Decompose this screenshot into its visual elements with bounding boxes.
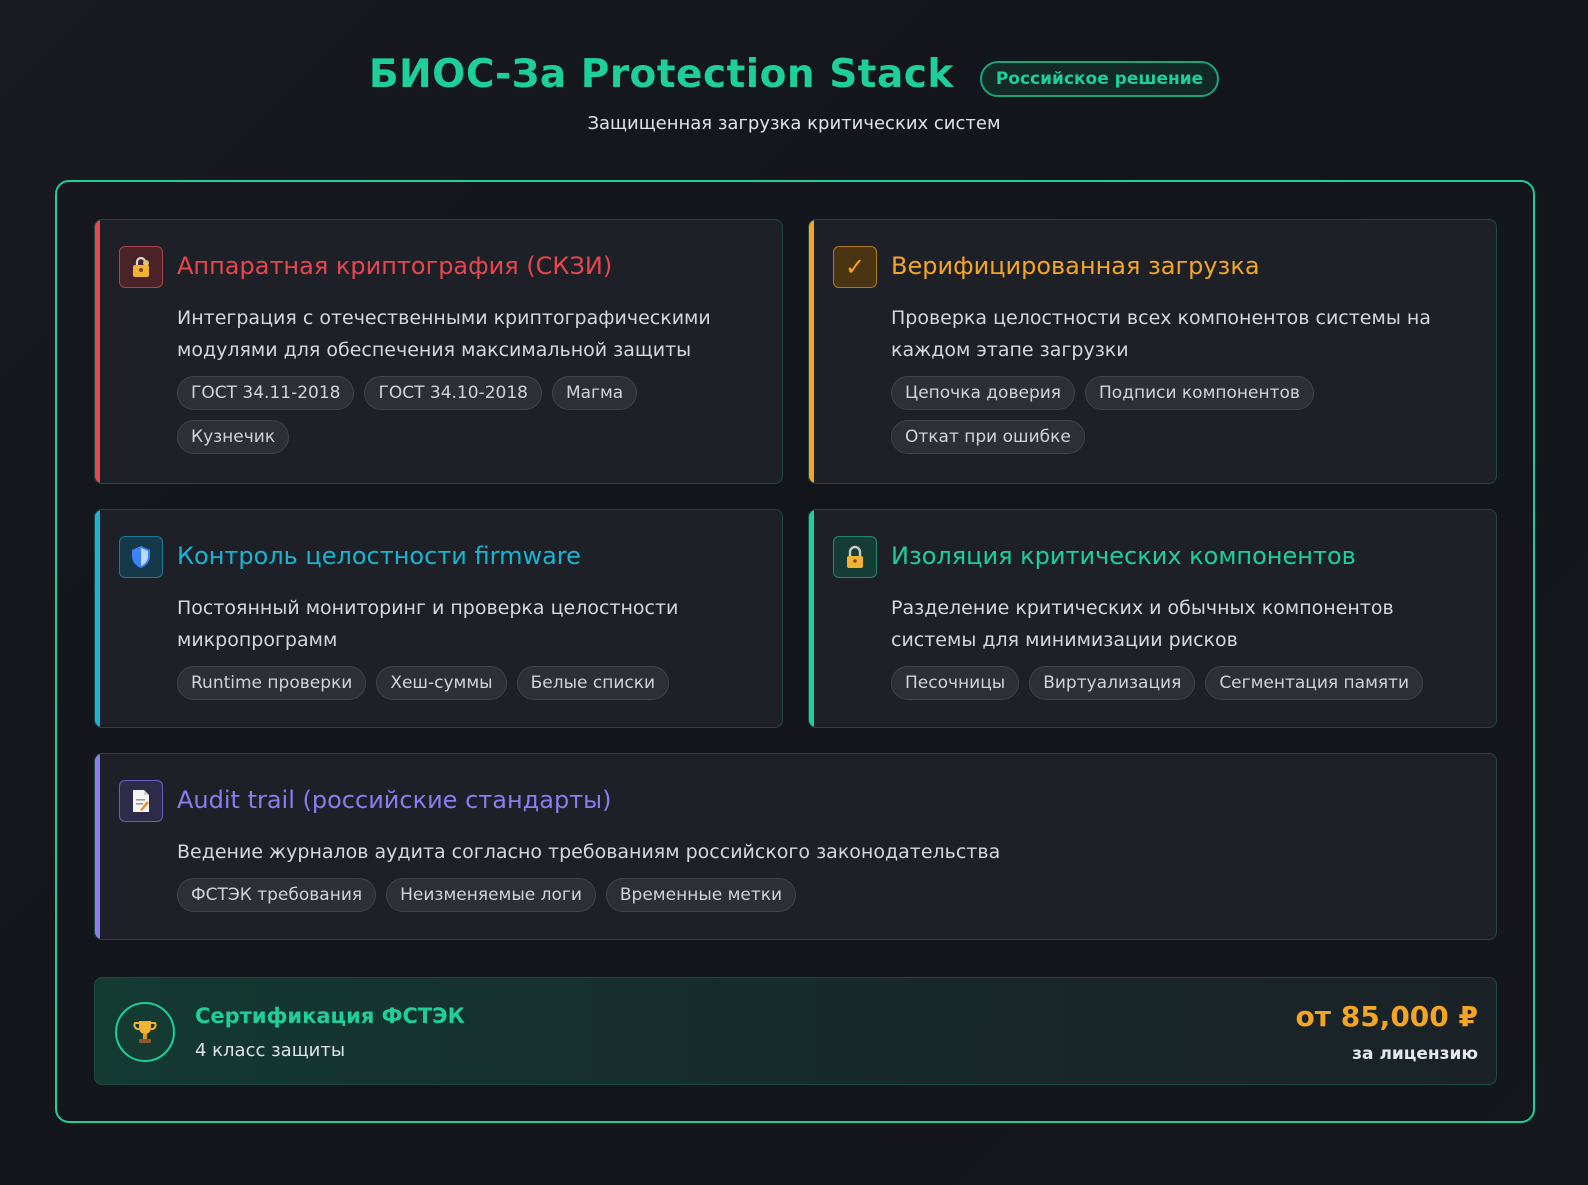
card-title: Audit trail (российские стандарты)	[177, 786, 612, 814]
card-accent	[809, 510, 814, 727]
tag: Песочницы	[891, 666, 1020, 700]
tag: Откат при ошибке	[891, 420, 1085, 454]
tag: Сегментация памяти	[1205, 666, 1424, 700]
card-title: Изоляция критических компонентов	[891, 542, 1356, 570]
tag-list: Цепочка доверия Подписи компонентов Отка…	[891, 376, 1472, 454]
header: БИОС-За Protection Stack Российское реше…	[0, 52, 1588, 134]
card-description: Разделение критических и обычных компоне…	[891, 597, 1394, 651]
tag: Белые списки	[516, 666, 670, 700]
tag-list: Runtime проверки Хеш-суммы Белые списки	[177, 666, 758, 700]
tag: ФСТЭК требования	[177, 878, 377, 912]
card-accent	[95, 510, 100, 727]
tag: Магма	[551, 376, 638, 410]
card-description: Постоянный мониторинг и проверка целостн…	[177, 597, 679, 651]
price-note: за лицензию	[1352, 1044, 1478, 1064]
tag-list: Песочницы Виртуализация Сегментация памя…	[891, 666, 1472, 700]
feature-card-isolation: Изоляция критических компонентов Разделе…	[808, 509, 1497, 728]
lock-key-icon	[119, 246, 163, 288]
shield-icon	[119, 536, 163, 578]
tag-list: ФСТЭК требования Неизменяемые логи Време…	[177, 878, 1472, 912]
card-title: Верифицированная загрузка	[891, 252, 1260, 280]
card-title: Аппаратная криптография (СКЗИ)	[177, 252, 613, 280]
card-title: Контроль целостности firmware	[177, 542, 581, 570]
feature-card-verified-boot: ✓ Верифицированная загрузка Проверка цел…	[808, 219, 1497, 484]
tag: Runtime проверки	[177, 666, 367, 700]
tag: ГОСТ 34.10-2018	[364, 376, 542, 410]
tag: Виртуализация	[1029, 666, 1196, 700]
certification-banner: Сертификация ФСТЭК 4 класс защиты от 85,…	[94, 977, 1497, 1085]
certification-title: Сертификация ФСТЭК	[195, 1004, 465, 1028]
document-icon	[119, 780, 163, 822]
page-subtitle: Защищенная загрузка критических систем	[587, 113, 1001, 134]
feature-card-firmware-integrity: Контроль целостности firmware Постоянный…	[94, 509, 783, 728]
tag: Кузнечик	[177, 420, 290, 454]
page-title: БИОС-За Protection Stack	[368, 52, 954, 97]
tag: Подписи компонентов	[1085, 376, 1314, 410]
tag: Хеш-суммы	[376, 666, 507, 700]
origin-badge: Российское решение	[979, 60, 1220, 97]
tag: Временные метки	[605, 878, 797, 912]
features-panel: Аппаратная криптография (СКЗИ) Интеграци…	[55, 180, 1535, 1123]
card-accent	[809, 220, 814, 483]
price: от 85,000 ₽	[1295, 1000, 1479, 1033]
card-description: Интеграция с отечественными криптографич…	[177, 307, 711, 361]
tag: Цепочка доверия	[891, 376, 1076, 410]
tag: ГОСТ 34.11-2018	[177, 376, 355, 410]
tag: Неизменяемые логи	[386, 878, 596, 912]
padlock-icon	[833, 536, 877, 578]
feature-card-audit-trail: Audit trail (российские стандарты) Веден…	[94, 753, 1497, 940]
card-description: Ведение журналов аудита согласно требова…	[177, 841, 1001, 863]
tag-list: ГОСТ 34.11-2018 ГОСТ 34.10-2018 Магма Ку…	[177, 376, 758, 454]
certification-class: 4 класс защиты	[195, 1040, 346, 1061]
feature-card-crypto: Аппаратная криптография (СКЗИ) Интеграци…	[94, 219, 783, 484]
checkmark-icon: ✓	[833, 246, 877, 288]
card-accent	[95, 220, 100, 483]
card-description: Проверка целостности всех компонентов си…	[891, 307, 1431, 361]
trophy-icon	[115, 1002, 175, 1062]
card-accent	[95, 754, 100, 939]
